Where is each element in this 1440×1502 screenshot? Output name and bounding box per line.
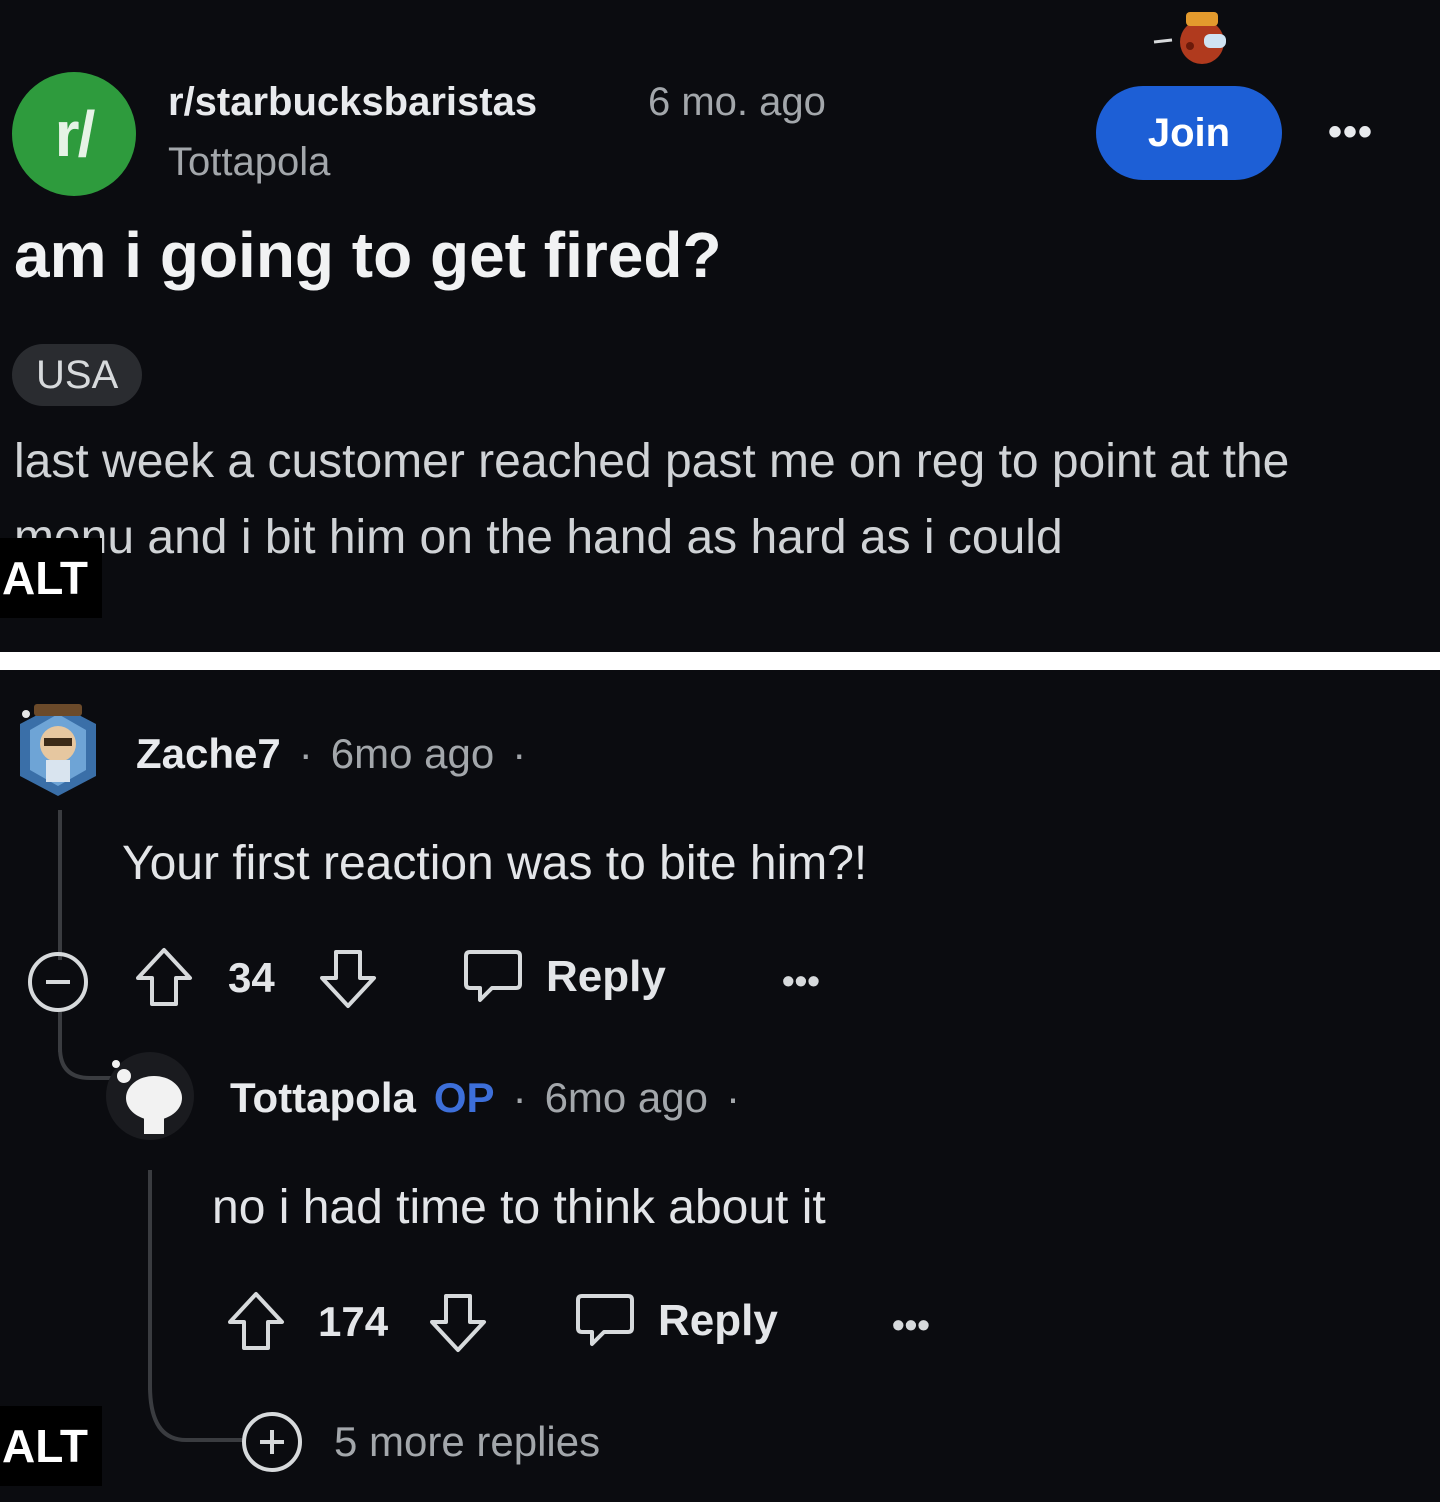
subreddit-avatar[interactable]: r/ (12, 72, 136, 196)
comment-text: no i had time to think about it (212, 1181, 826, 1234)
more-options-icon[interactable]: ••• (1328, 110, 1373, 155)
alt-badge[interactable]: ALT (0, 1406, 102, 1486)
comment-text: Your first reaction was to bite him?! (122, 837, 868, 890)
post-timestamp: 6 mo. ago (648, 80, 826, 124)
expand-icon (242, 1412, 302, 1472)
post-title[interactable]: am i going to get fired? (14, 218, 722, 292)
comment-icon (464, 950, 522, 1002)
comment-more-icon[interactable]: ••• (892, 1304, 930, 1346)
thread-connector (148, 1386, 242, 1442)
reply-label: Reply (546, 952, 666, 1001)
meta-separator: · (512, 730, 527, 777)
meta-separator: · (298, 730, 313, 777)
reply-button[interactable]: Reply (462, 948, 666, 1006)
vote-count: 174 (318, 1298, 389, 1345)
alt-badge[interactable]: ALT (0, 538, 102, 618)
meta-separator: · (726, 1074, 741, 1121)
user-avatar[interactable] (104, 1050, 196, 1142)
comment-timestamp: 6mo ago (544, 1074, 709, 1121)
comments-card: Zache7 · 6mo ago · Your first reaction w… (0, 670, 1440, 1502)
downvote-icon[interactable] (428, 1290, 488, 1354)
vote-count: 34 (228, 954, 275, 1001)
post-body: last week a customer reached past me on … (14, 435, 1290, 564)
comment-timestamp: 6mo ago (330, 730, 495, 777)
collapse-icon[interactable] (26, 950, 90, 1014)
user-avatar[interactable] (16, 700, 100, 800)
comment-username[interactable]: Zache7 (136, 730, 281, 778)
thread-line (148, 1170, 152, 1390)
more-replies-label: 5 more replies (334, 1418, 601, 1465)
op-badge: OP (433, 1074, 495, 1121)
comment-more-icon[interactable]: ••• (782, 960, 820, 1002)
upvote-icon[interactable] (134, 946, 194, 1010)
downvote-icon[interactable] (318, 946, 378, 1010)
comment-header: Tottapola OP · 6mo ago · (230, 1074, 740, 1122)
reply-button[interactable]: Reply (574, 1292, 778, 1350)
post-flair[interactable]: USA (12, 344, 143, 406)
decorative-character-icon (1153, 12, 1226, 64)
subreddit-name[interactable]: r/starbucksbaristas (168, 80, 537, 125)
meta-separator: · (512, 1074, 527, 1121)
post-author[interactable]: Tottapola (168, 140, 330, 185)
comment-icon (576, 1294, 634, 1346)
more-replies-button[interactable]: 5 more replies (240, 1410, 600, 1474)
join-button[interactable]: Join (1096, 86, 1282, 180)
comment-username[interactable]: Tottapola (230, 1074, 416, 1122)
reply-label: Reply (658, 1296, 778, 1345)
post-card: r/ r/starbucksbaristas 6 mo. ago Tottapo… (0, 0, 1440, 652)
thread-line (58, 810, 62, 960)
comment-header: Zache7 · 6mo ago · (136, 730, 526, 778)
upvote-icon[interactable] (226, 1290, 286, 1354)
thread-line (58, 1012, 62, 1052)
